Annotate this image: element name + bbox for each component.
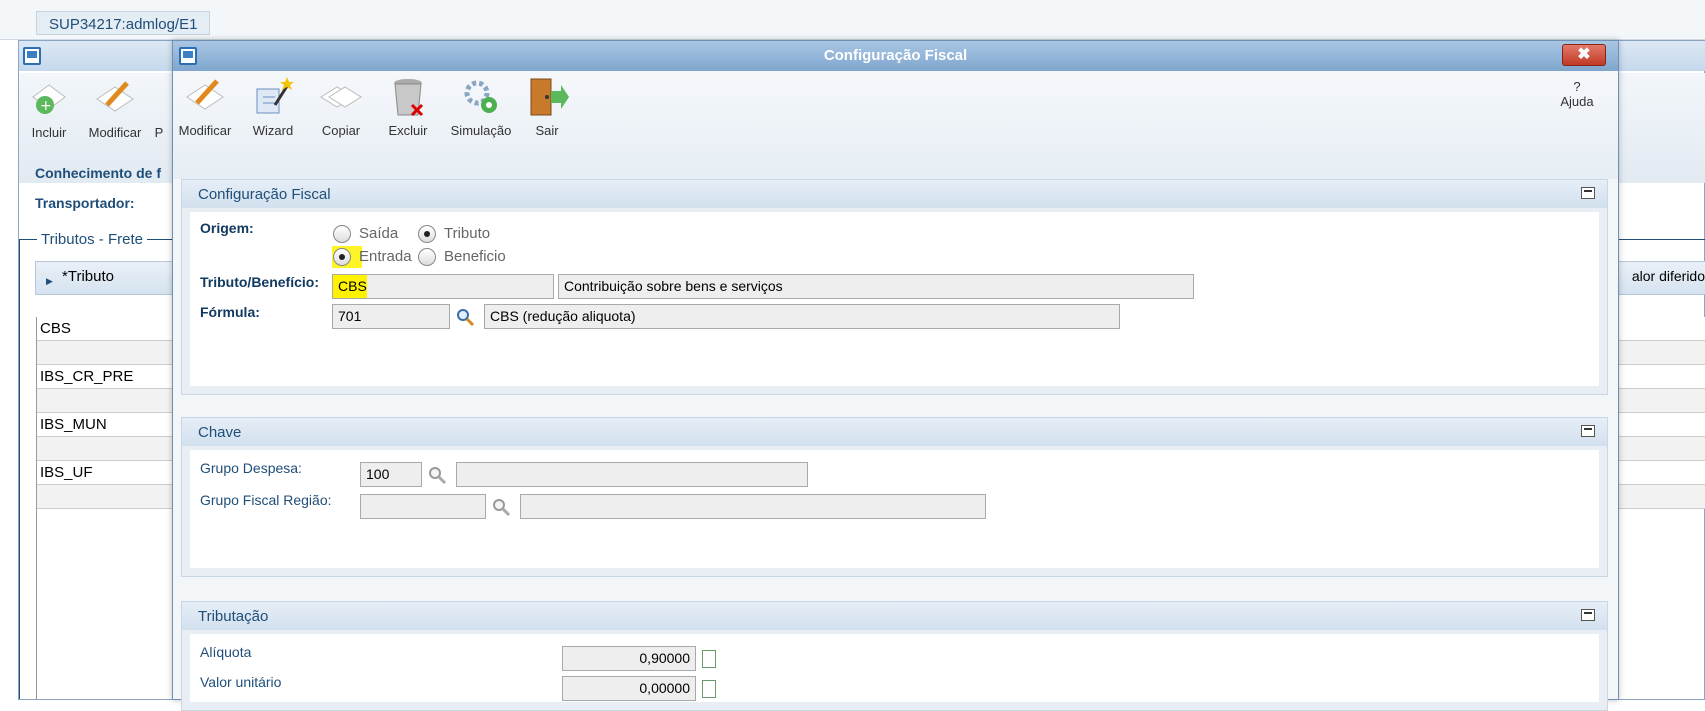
valor-unitario-label: Valor unitário xyxy=(200,674,282,690)
radio-saida[interactable] xyxy=(333,225,351,243)
exit-door-icon xyxy=(525,75,569,119)
pencil-icon xyxy=(93,77,137,121)
ajuda-button[interactable]: ? Ajuda xyxy=(1555,79,1599,109)
radio-saida-label: Saída xyxy=(359,225,399,242)
search-icon[interactable] xyxy=(428,466,447,485)
copy-icon xyxy=(319,75,363,119)
chave-panel-body: Grupo Despesa: 100 Grupo Fiscal Região: xyxy=(190,450,1599,568)
toolbar-item-p[interactable]: P xyxy=(153,125,165,140)
transportador-label: Transportador: xyxy=(35,195,135,211)
tributacao-panel: Tributação Alíquota 0,90000 Valor unitár… xyxy=(181,601,1608,711)
pencil-icon xyxy=(183,75,227,119)
collapse-icon[interactable] xyxy=(1581,187,1595,199)
wizard-button[interactable]: Wizard xyxy=(247,75,299,138)
trash-icon xyxy=(386,75,430,119)
aliquota-field[interactable]: 0,90000 xyxy=(562,646,696,671)
grupo-despesa-field[interactable]: 100 xyxy=(360,462,422,487)
radio-beneficio-label: Beneficio xyxy=(444,248,506,265)
grupo-despesa-desc-field[interactable] xyxy=(456,462,808,487)
config-fiscal-panel-header: Configuração Fiscal xyxy=(182,180,1607,208)
config-fiscal-panel: Configuração Fiscal Origem: Saída Tribut… xyxy=(181,179,1608,395)
configuracao-fiscal-dialog: Configuração Fiscal ✖ Modificar Wizard C… xyxy=(172,40,1619,711)
tributo-desc-field[interactable]: Contribuição sobre bens e serviços xyxy=(558,274,1194,299)
dialog-title: Configuração Fiscal xyxy=(823,47,968,64)
close-icon: ✖ xyxy=(1577,46,1591,63)
origem-label: Origem: xyxy=(200,220,254,236)
tributacao-panel-header: Tributação xyxy=(182,602,1607,630)
chave-panel: Chave Grupo Despesa: 100 Grupo Fiscal Re… xyxy=(181,417,1608,577)
wizard-icon xyxy=(251,75,295,119)
grupo-fiscal-regiao-field[interactable] xyxy=(360,494,486,519)
formula-label: Fórmula: xyxy=(200,304,260,320)
close-button[interactable]: ✖ xyxy=(1562,44,1606,66)
radio-tributo[interactable] xyxy=(418,225,436,243)
tab-bar: SUP34217:admlog/E1 xyxy=(0,0,1705,40)
tributo-code-field[interactable]: CBS xyxy=(332,274,554,299)
sair-button[interactable]: Sair xyxy=(525,75,569,138)
section-border xyxy=(19,239,20,699)
grid-header-valor-diferido[interactable]: alor diferido xyxy=(1632,268,1705,284)
conhecimento-label: Conhecimento de f xyxy=(35,165,162,181)
tributo-label: Tributo/Benefício: xyxy=(200,274,319,290)
radio-entrada[interactable] xyxy=(333,248,351,266)
help-icon: ? xyxy=(1573,79,1581,94)
chave-panel-header: Chave xyxy=(182,418,1607,446)
row-indicator-icon: ▶ xyxy=(46,276,53,286)
calculator-icon[interactable] xyxy=(702,650,716,668)
valor-unitario-field[interactable]: 0,00000 xyxy=(562,676,696,701)
modificar-button[interactable]: Modificar xyxy=(175,75,235,138)
formula-desc-field[interactable]: CBS (redução aliquota) xyxy=(484,304,1120,329)
modificar-button-bg[interactable]: Modificar xyxy=(85,77,145,140)
search-icon[interactable] xyxy=(492,498,511,517)
grupo-fiscal-regiao-label: Grupo Fiscal Região: xyxy=(200,492,332,508)
config-fiscal-panel-body: Origem: Saída Tributo Entrada Beneficio … xyxy=(190,212,1599,386)
add-icon: + xyxy=(27,77,71,121)
copiar-button[interactable]: Copiar xyxy=(313,75,369,138)
collapse-icon[interactable] xyxy=(1581,425,1595,437)
formula-code-field[interactable]: 701 xyxy=(332,304,450,329)
tab-admlog[interactable]: SUP34217:admlog/E1 xyxy=(36,11,211,35)
radio-beneficio[interactable] xyxy=(418,248,436,266)
search-icon[interactable] xyxy=(456,308,475,327)
tributacao-panel-body: Alíquota 0,90000 Valor unitário 0,00000 xyxy=(190,634,1599,702)
calculator-icon[interactable] xyxy=(702,680,716,698)
grupo-despesa-label: Grupo Despesa: xyxy=(200,460,302,476)
window-icon xyxy=(23,47,41,65)
grid-header-tributo[interactable]: *Tributo xyxy=(62,268,114,285)
incluir-button[interactable]: + Incluir xyxy=(27,77,71,140)
aliquota-label: Alíquota xyxy=(200,644,252,660)
gears-icon xyxy=(459,75,503,119)
section-title: Tributos - Frete xyxy=(37,231,147,248)
radio-entrada-label: Entrada xyxy=(359,248,412,265)
collapse-icon[interactable] xyxy=(1581,609,1595,621)
svg-text:+: + xyxy=(40,98,52,114)
simulacao-button[interactable]: Simulação xyxy=(449,75,513,138)
grupo-fiscal-regiao-desc-field[interactable] xyxy=(520,494,986,519)
grid-left-border xyxy=(36,317,37,700)
dialog-toolbar: Modificar Wizard Copiar Excluir Simulaçã… xyxy=(173,71,1618,179)
excluir-button[interactable]: Excluir xyxy=(383,75,433,138)
dialog-titlebar: Configuração Fiscal ✖ xyxy=(173,41,1618,71)
radio-tributo-label: Tributo xyxy=(444,225,491,242)
